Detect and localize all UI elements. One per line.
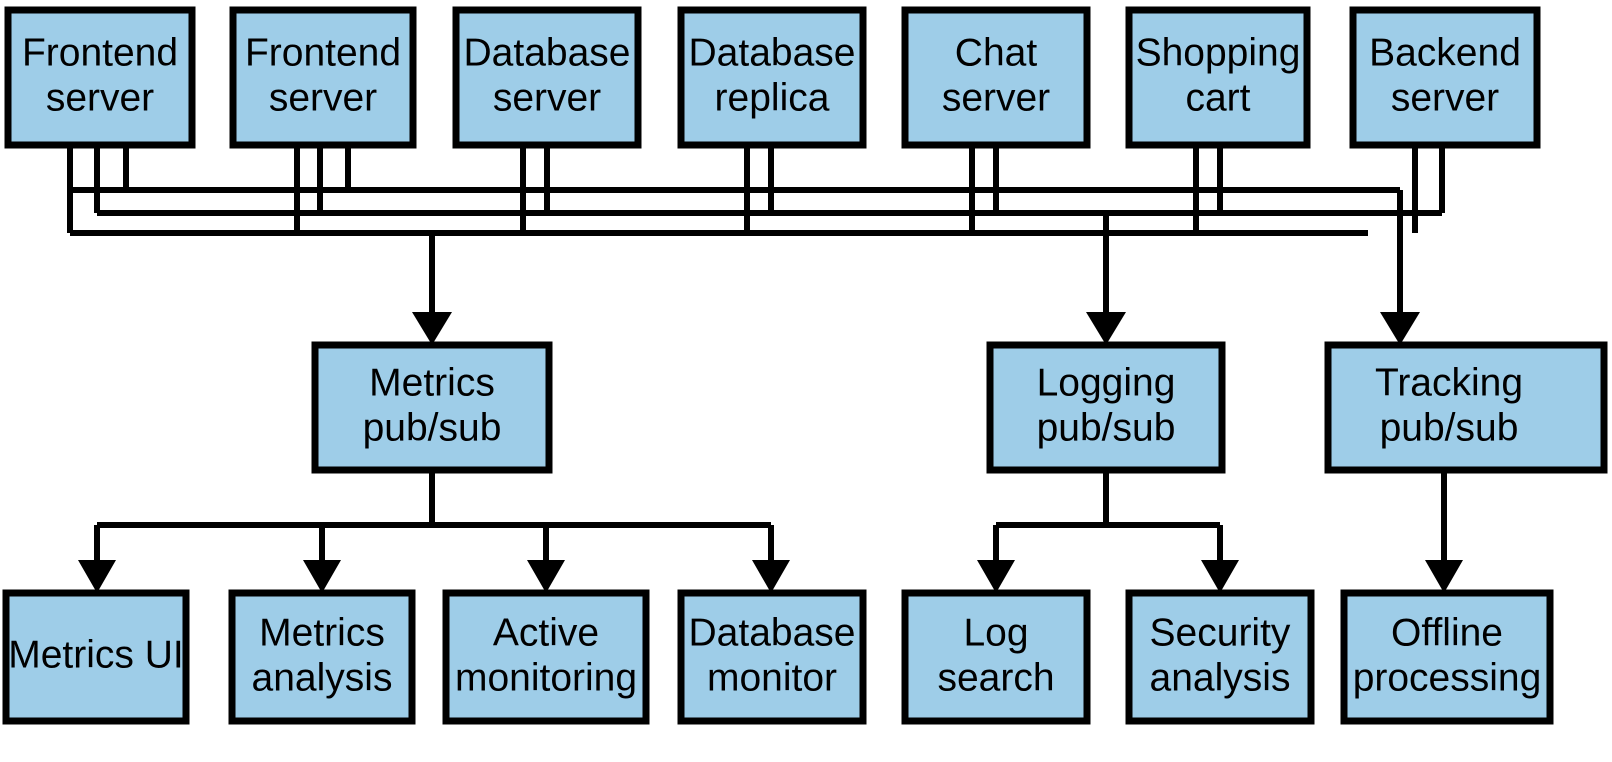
node-label-line2: server	[493, 76, 601, 119]
node-label-line1: Backend	[1369, 31, 1521, 74]
node-offline-processing[interactable]: Offline processing	[1340, 589, 1554, 725]
node-active-monitoring[interactable]: Active monitoring	[442, 589, 650, 725]
node-frontend-server-1[interactable]: Frontend server	[4, 6, 196, 149]
node-security-analysis[interactable]: Security analysis	[1125, 589, 1315, 725]
node-label-line2: pub/sub	[1037, 406, 1176, 449]
node-label-line2: server	[46, 76, 154, 119]
node-label-line2: server	[942, 76, 1050, 119]
node-label-line1: Metrics UI	[8, 633, 184, 676]
node-label-line1: Frontend	[245, 31, 401, 74]
broker-nodes: Metrics pub/sub Logging pub/sub Tracking…	[311, 341, 1608, 474]
node-chat-server[interactable]: Chat server	[901, 6, 1091, 149]
diagram-canvas: Frontend server Frontend server Database…	[2, 6, 1608, 725]
node-frontend-server-2[interactable]: Frontend server	[229, 6, 417, 149]
arrowhead-security-analysis	[1201, 560, 1239, 593]
arrowhead-metrics-pubsub	[412, 312, 452, 345]
node-logging-pubsub[interactable]: Logging pub/sub	[986, 341, 1226, 474]
arrowhead-metrics-analysis	[303, 560, 341, 593]
node-label-line2: search	[937, 656, 1054, 699]
node-log-search[interactable]: Log search	[901, 589, 1091, 725]
node-label-line1: Security	[1150, 611, 1291, 654]
node-shopping-cart[interactable]: Shopping cart	[1125, 6, 1311, 149]
node-database-replica[interactable]: Database replica	[677, 6, 867, 149]
arrowhead-tracking-pubsub	[1380, 312, 1420, 345]
node-label-line1: Tracking	[1375, 361, 1523, 404]
node-label-line2: monitoring	[455, 656, 637, 699]
producer-bus-wires	[67, 145, 1445, 236]
producer-nodes: Frontend server Frontend server Database…	[4, 6, 1541, 149]
node-label-line2: cart	[1185, 76, 1250, 119]
broker-to-consumer-wires	[78, 470, 1463, 593]
node-label-line2: pub/sub	[363, 406, 502, 449]
node-label-line1: Database	[464, 31, 631, 74]
consumer-nodes: Metrics UI Metrics analysis Active monit…	[2, 589, 1554, 725]
node-database-monitor[interactable]: Database monitor	[677, 589, 867, 725]
node-label-line1: Metrics	[259, 611, 385, 654]
node-label-line1: Database	[689, 611, 856, 654]
node-label-line2: replica	[715, 76, 830, 119]
node-metrics-analysis[interactable]: Metrics analysis	[228, 589, 416, 725]
arrowhead-database-monitor	[752, 560, 790, 593]
pubsub-architecture-diagram: Frontend server Frontend server Database…	[0, 0, 1612, 762]
node-metrics-pubsub[interactable]: Metrics pub/sub	[311, 341, 553, 474]
node-database-server[interactable]: Database server	[452, 6, 642, 149]
node-label-line2: server	[1391, 76, 1499, 119]
node-metrics-ui[interactable]: Metrics UI	[2, 589, 190, 725]
node-label-line1: Offline	[1391, 611, 1503, 654]
node-label-line1: Chat	[955, 31, 1038, 74]
node-label-line2: pub/sub	[1380, 406, 1519, 449]
node-backend-server[interactable]: Backend server	[1349, 6, 1541, 149]
node-label-line1: Log	[963, 611, 1028, 654]
node-label-line2: server	[269, 76, 377, 119]
arrowhead-log-search	[977, 560, 1015, 593]
node-label-line1: Metrics	[369, 361, 495, 404]
arrowhead-offline-processing	[1425, 560, 1463, 593]
node-label-line1: Frontend	[22, 31, 178, 74]
node-tracking-pubsub[interactable]: Tracking pub/sub	[1324, 341, 1608, 474]
node-label-line1: Active	[493, 611, 599, 654]
node-label-line2: analysis	[252, 656, 393, 699]
arrowhead-metrics-ui	[78, 560, 116, 593]
node-label-line1: Database	[689, 31, 856, 74]
node-label-line2: monitor	[707, 656, 837, 699]
node-label-line1: Shopping	[1136, 31, 1301, 74]
arrowhead-logging-pubsub	[1086, 312, 1126, 345]
node-label-line1: Logging	[1037, 361, 1176, 404]
node-label-line2: processing	[1353, 656, 1542, 699]
node-label-line2: analysis	[1150, 656, 1291, 699]
arrowhead-active-monitoring	[527, 560, 565, 593]
